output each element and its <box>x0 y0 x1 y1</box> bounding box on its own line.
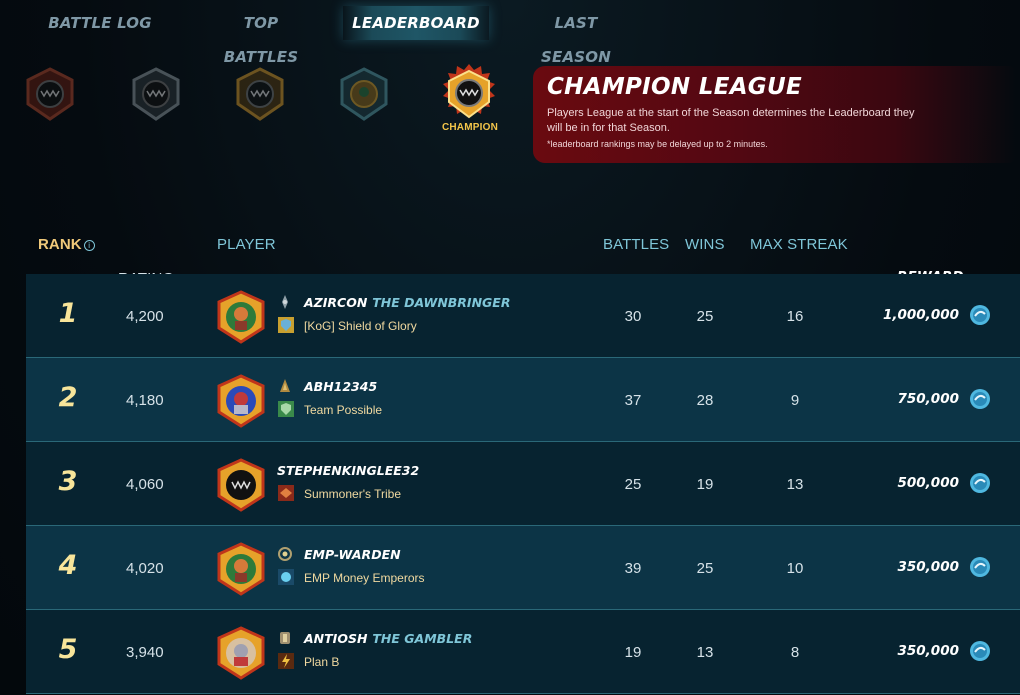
player-username[interactable]: STEPHENKINGLEE32 <box>277 463 419 478</box>
wins-value: 25 <box>696 560 714 577</box>
battles-value: 30 <box>624 308 642 325</box>
table-row[interactable]: 1 4,200 AZIRCON THE DAWNBRINGER [KoG] Shi… <box>26 274 1020 358</box>
guild-name[interactable]: Team Possible <box>304 403 382 417</box>
player-name[interactable]: AZIRCON THE DAWNBRINGER <box>304 295 510 310</box>
reward-value: 350,000 <box>897 643 960 659</box>
league-description: Players League at the start of the Seaso… <box>547 107 915 134</box>
table-row[interactable]: 3 4,060 STEPHENKINGLEE32 Summoner's Trib… <box>26 442 1020 526</box>
max-streak-value: 9 <box>790 392 800 409</box>
avatar-icon[interactable] <box>215 374 267 428</box>
battles-value: 37 <box>624 392 642 409</box>
player-name[interactable]: EMP-WARDEN <box>304 547 406 562</box>
battles-value: 39 <box>624 560 642 577</box>
novice-league-badge-icon[interactable] <box>22 66 78 122</box>
player-title: THE GAMBLER <box>372 631 473 646</box>
max-streak-header: MAX STREAK <box>750 236 848 253</box>
league-info-banner: CHAMPION LEAGUE Players League at the st… <box>533 66 1015 163</box>
nav-tabs: BATTLE LOG TOP BATTLES LEADERBOARD LAST … <box>0 0 1020 66</box>
table-row[interactable]: 4 4,020 EMP-WARDEN EMP Money Emperors 39… <box>26 526 1020 610</box>
rank-header-label: RANK <box>38 236 82 253</box>
reward-value: 750,000 <box>897 391 960 407</box>
avatar-icon[interactable] <box>215 458 267 512</box>
guild-name[interactable]: EMP Money Emperors <box>304 571 425 585</box>
max-streak-value: 16 <box>786 308 804 325</box>
rank-number: 4 <box>58 550 78 581</box>
guild-shield-icon <box>277 316 295 334</box>
rank-header: RANK i <box>38 236 95 253</box>
wins-value: 25 <box>696 308 714 325</box>
battles-value: 19 <box>624 644 642 661</box>
table-header: RANKi RATING PLAYER BATTLES WINS MAX STR… <box>0 236 1020 287</box>
avatar-icon[interactable] <box>215 542 267 596</box>
sps-coin-icon <box>969 472 991 494</box>
rating-value: 4,060 <box>126 476 164 493</box>
wins-value: 13 <box>696 644 714 661</box>
diamond-league-badge-icon[interactable] <box>336 66 392 122</box>
table-row[interactable]: 2 4,180 ABH12345 Team Possible 37 28 9 7… <box>26 358 1020 442</box>
guild-name[interactable]: Plan B <box>304 655 339 669</box>
rank-number: 2 <box>58 382 78 413</box>
avatar-icon[interactable] <box>215 626 267 680</box>
table-row[interactable]: 5 3,940 ANTIOSH THE GAMBLER Plan B 19 13 … <box>26 610 1020 694</box>
rating-value: 3,940 <box>126 644 164 661</box>
player-header: PLAYER <box>217 236 276 253</box>
tab-top-battles[interactable]: TOP BATTLES <box>205 6 317 66</box>
tab-leaderboard[interactable]: LEADERBOARD <box>343 6 489 40</box>
player-username[interactable]: AZIRCON <box>304 295 367 310</box>
tab-last-season[interactable]: LAST SEASON <box>518 6 634 66</box>
rating-value: 4,200 <box>126 308 164 325</box>
gold-league-badge-icon[interactable] <box>232 66 288 122</box>
guild-name[interactable]: Summoner's Tribe <box>304 487 401 501</box>
league-note: *leaderboard rankings may be delayed up … <box>547 139 768 149</box>
reward-value: 500,000 <box>897 475 960 491</box>
sps-coin-icon <box>969 388 991 410</box>
player-name[interactable]: STEPHENKINGLEE32 <box>277 463 424 478</box>
leaderboard-table: 1 4,200 AZIRCON THE DAWNBRINGER [KoG] Shi… <box>26 274 1020 694</box>
title-rank-icon <box>277 294 293 310</box>
wins-value: 19 <box>696 476 714 493</box>
silver-league-badge-icon[interactable] <box>128 66 184 122</box>
guild-shield-icon <box>277 652 295 670</box>
rating-value: 4,020 <box>126 560 164 577</box>
guild-shield-icon <box>277 400 295 418</box>
player-username[interactable]: EMP-WARDEN <box>304 547 401 562</box>
selected-league-label: CHAMPION <box>441 122 499 133</box>
rank-number: 3 <box>58 466 78 497</box>
info-icon[interactable]: i <box>83 240 95 251</box>
reward-value: 350,000 <box>897 559 960 575</box>
title-rank-icon <box>277 378 293 394</box>
title-rank-icon <box>277 546 293 562</box>
player-name[interactable]: ABH12345 <box>304 379 382 394</box>
wins-header: WINS <box>685 236 725 253</box>
wins-value: 28 <box>696 392 714 409</box>
guild-name[interactable]: [KoG] Shield of Glory <box>304 319 417 333</box>
max-streak-value: 8 <box>790 644 800 661</box>
player-username[interactable]: ABH12345 <box>304 379 377 394</box>
tab-battle-log[interactable]: BATTLE LOG <box>40 6 160 40</box>
battles-value: 25 <box>624 476 642 493</box>
rank-number: 1 <box>58 298 78 329</box>
sps-coin-icon <box>969 640 991 662</box>
player-name[interactable]: ANTIOSH THE GAMBLER <box>304 631 472 646</box>
champion-league-badge-icon[interactable] <box>437 62 501 126</box>
player-title: THE DAWNBRINGER <box>372 295 511 310</box>
title-rank-icon <box>277 630 293 646</box>
guild-shield-icon <box>277 568 295 586</box>
guild-shield-icon <box>277 484 295 502</box>
player-username[interactable]: ANTIOSH <box>304 631 367 646</box>
rank-number: 5 <box>58 634 78 665</box>
reward-value: 1,000,000 <box>882 307 959 323</box>
max-streak-value: 13 <box>786 476 804 493</box>
battles-header: BATTLES <box>603 236 670 253</box>
avatar-icon[interactable] <box>215 290 267 344</box>
max-streak-value: 10 <box>786 560 804 577</box>
sps-coin-icon <box>969 304 991 326</box>
league-title: CHAMPION LEAGUE <box>547 74 802 100</box>
sps-coin-icon <box>969 556 991 578</box>
rating-value: 4,180 <box>126 392 164 409</box>
